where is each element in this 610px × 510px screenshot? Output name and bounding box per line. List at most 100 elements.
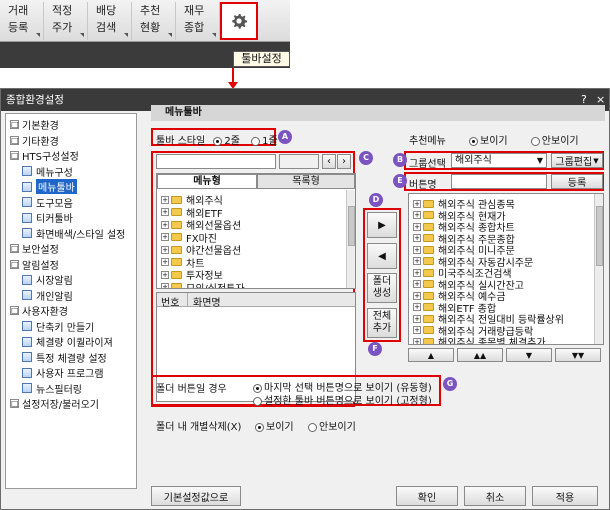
tree-item[interactable]: 사용자 프로그램 [22, 365, 104, 380]
style-radio-1line[interactable]: 1줄 [251, 136, 278, 147]
tree-item[interactable]: □ 기타환경 [10, 133, 59, 148]
tree-item[interactable]: □ HTS구성설정 [10, 148, 79, 163]
folder-icon [423, 280, 434, 288]
page-icon [22, 166, 32, 176]
tree-item[interactable]: □ 기본환경 [10, 117, 59, 132]
tree-item[interactable]: 시장알림 [22, 272, 73, 287]
expand-icon: + [413, 245, 421, 254]
toolbar-button-trade-register[interactable]: 거래 등록 [0, 2, 44, 40]
folder-button-label: 폴더 버튼일 경우 [156, 384, 227, 395]
tree-item[interactable]: 특정 체결량 설정 [22, 350, 107, 365]
menu-search-input[interactable] [156, 154, 276, 169]
right-scrollbar[interactable] [594, 194, 603, 344]
folder-icon [423, 234, 434, 242]
arrow-right-icon: ▶ [378, 219, 386, 231]
tree-expander-icon: □ [10, 306, 19, 315]
expand-icon: + [413, 234, 421, 242]
menu-search-filter[interactable] [279, 154, 319, 169]
expand-icon: + [161, 233, 169, 241]
expand-icon: + [413, 291, 421, 300]
tree-expander-icon: □ [10, 244, 19, 253]
folder-icon [171, 245, 182, 254]
recommend-menu-row: 추천메뉴 보이기 안보이기 [409, 132, 579, 147]
delete-show-radio[interactable]: 보이기 [255, 418, 294, 433]
toolbar-list-item[interactable]: + 해외주식 종목별 체결추가 [413, 334, 546, 344]
expand-icon: + [161, 283, 169, 289]
folder-icon [423, 245, 434, 254]
tab-list-type[interactable]: 목록형 [257, 174, 355, 189]
menu-list-item[interactable]: + 모의/실전투자 [161, 280, 245, 289]
tab-menu-type[interactable]: 메뉴형 [157, 174, 257, 189]
radio-hide-icon [530, 136, 540, 146]
page-icon [22, 336, 32, 347]
gear-icon [232, 13, 248, 29]
toolbar-button-recommend-status[interactable]: 추천 현황 [132, 2, 176, 40]
tree-item[interactable]: □ 알림설정 [10, 257, 59, 272]
tree-expander-icon: □ [10, 259, 19, 269]
folder-icon [423, 303, 434, 311]
tree-item[interactable]: □ 설정저장/불러오기 [10, 396, 99, 411]
tree-item[interactable]: 티커툴바 [22, 210, 73, 225]
panel-title: 메뉴툴바 [151, 105, 605, 121]
reset-defaults-button[interactable]: 기본설정값으로 [151, 486, 241, 506]
tree-item[interactable]: □ 보안설정 [10, 241, 59, 256]
delete-hide-radio[interactable]: 안보이기 [308, 418, 356, 433]
page-icon [22, 352, 32, 362]
button-name-input[interactable] [451, 174, 547, 189]
remove-from-toolbar-button[interactable]: ◀ [367, 243, 397, 269]
expand-icon: + [413, 314, 421, 323]
col-screen-name: 화면명 [193, 298, 221, 309]
next-button[interactable]: › [337, 154, 351, 169]
ok-button[interactable]: 확인 [396, 486, 458, 506]
folder-fixed-radio[interactable]: 설정한 툴바 버튼명으로 보이기 (고정형) [253, 392, 432, 407]
folder-icon [423, 211, 434, 219]
tree-item[interactable]: 단축키 만들기 [22, 319, 94, 334]
create-folder-button[interactable]: 폴더 생성 [367, 273, 397, 303]
expand-icon: + [161, 208, 169, 216]
folder-icon [423, 314, 434, 323]
expand-icon: + [161, 220, 169, 229]
style-radio-2line[interactable]: 2줄 [213, 136, 240, 147]
toolbar-settings-button[interactable] [220, 2, 258, 40]
toolbar-button-dividend-search[interactable]: 배당 검색 [88, 2, 132, 40]
apply-button[interactable]: 적용 [532, 486, 598, 506]
register-button[interactable]: 등록 [551, 174, 603, 189]
tree-expander-icon: □ [10, 120, 19, 129]
add-all-button[interactable]: 전체 추가 [367, 308, 397, 338]
recommend-hide-radio[interactable]: 안보이기 [530, 136, 579, 147]
toolbar-button-fair-price[interactable]: 적정 주가 [44, 2, 88, 40]
prev-button[interactable]: ‹ [322, 154, 336, 169]
recommend-show-radio[interactable]: 보이기 [469, 136, 508, 147]
move-up-button[interactable]: ▲ [408, 348, 454, 362]
group-edit-button[interactable]: 그룹편집 ▼ [551, 153, 603, 168]
tree-item[interactable]: 화면배색/스타일 설정 [22, 226, 125, 241]
tree-item[interactable]: □ 사용자환경 [10, 303, 68, 318]
badge-c: C [359, 151, 373, 165]
tree-item[interactable]: 도구모음 [22, 195, 73, 210]
tree-item[interactable]: 개인알림 [22, 288, 73, 303]
toolbar-button-finance-summary[interactable]: 재무 종합 [176, 2, 220, 40]
settings-dialog: 종합환경설정 ? × □ 기본환경 □ 기타환경 □ HTS구성설정 메뉴구성 메뉴툴바 도구모… [0, 88, 610, 510]
page-icon [22, 197, 32, 207]
cancel-button[interactable]: 취소 [464, 486, 526, 506]
col-divider [187, 293, 188, 307]
toolbar-style-label: 툴바 스타일 [156, 136, 206, 147]
move-bottom-button[interactable]: ▼▼ [555, 348, 601, 362]
tree-item[interactable]: 뉴스필터링 [22, 381, 82, 396]
expand-icon: + [161, 270, 169, 279]
add-to-toolbar-button[interactable]: ▶ [367, 212, 397, 238]
folder-icon [423, 291, 434, 300]
tree-item[interactable]: 체결량 이퀄라이져 [22, 334, 113, 349]
expand-icon: + [413, 326, 421, 334]
folder-icon [171, 208, 182, 216]
chevron-left-icon: ‹ [327, 156, 331, 167]
page-icon [22, 321, 32, 331]
tree-item[interactable]: 메뉴구성 [22, 164, 73, 179]
expand-icon: + [413, 211, 421, 219]
move-down-button[interactable]: ▼ [506, 348, 552, 362]
page-icon [22, 212, 32, 223]
move-top-button[interactable]: ▲▲ [457, 348, 503, 362]
group-select-dropdown[interactable]: 해외주식 ▼ [451, 153, 547, 168]
tree-item[interactable]: 메뉴툴바 [22, 179, 77, 194]
left-scrollbar[interactable] [346, 190, 355, 288]
